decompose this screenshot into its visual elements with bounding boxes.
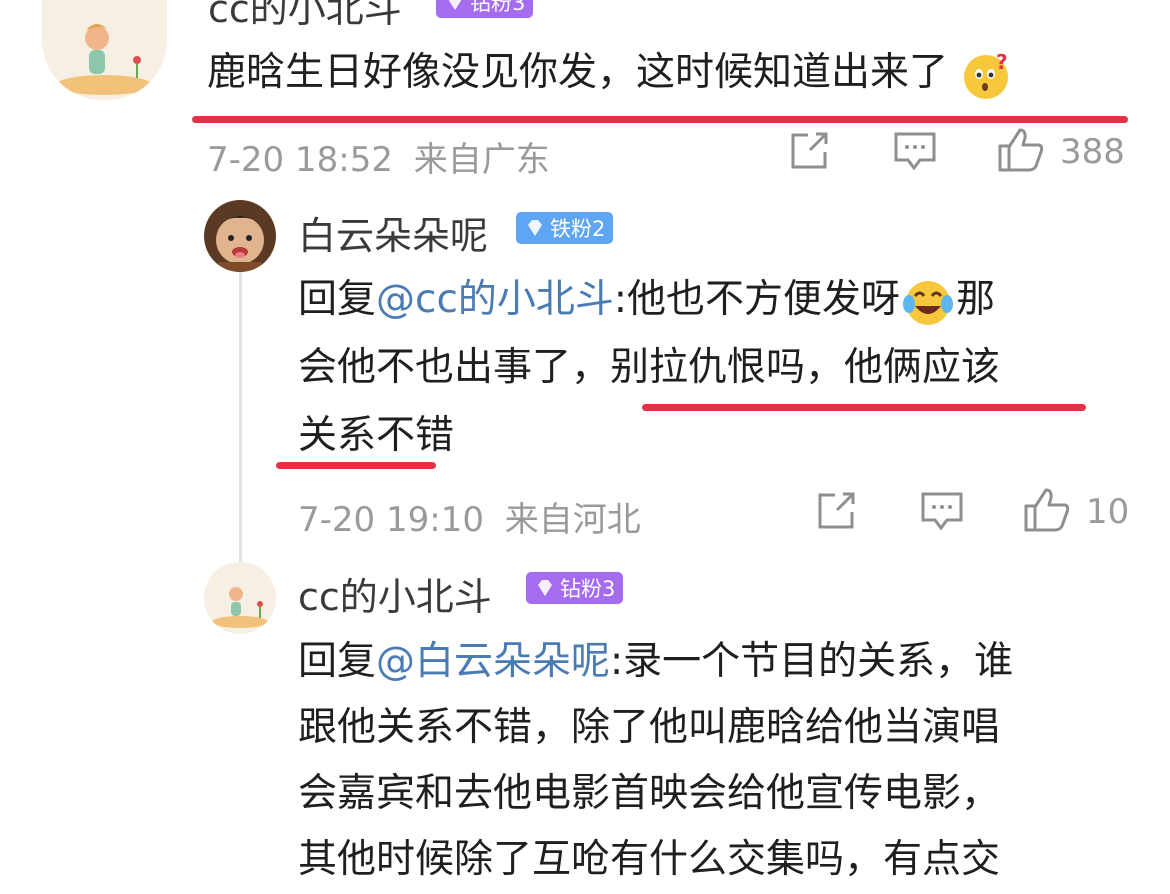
timestamp: 7-20 19:10 [298, 500, 484, 540]
mention-link[interactable]: @cc的小北斗 [376, 277, 614, 322]
diamond-icon [448, 0, 462, 10]
reply-text-line: 跟他关系不错，除了他叫鹿晗给他当演唱 [298, 705, 1001, 750]
timestamp: 7-20 18:52 [207, 140, 393, 180]
fan-badge: 钻粉3 [526, 572, 624, 604]
username[interactable]: cc的小北斗 [208, 0, 402, 33]
highlight-underline [642, 404, 1086, 411]
reply-text-line: 会嘉宾和去他电影首映会给他宣传电影， [298, 771, 1001, 816]
location: 来自广东 [413, 140, 550, 180]
avatar[interactable] [42, 0, 167, 100]
fan-badge: 铁粉2 [516, 212, 614, 244]
reply-text-line: 会他不也出事了，别拉仇恨吗，他俩应该 [298, 345, 1001, 390]
like-count: 388 [1060, 132, 1125, 172]
reply-text-line: 关系不错 [298, 413, 455, 458]
thread-line [239, 272, 242, 562]
comment-icon[interactable] [919, 490, 965, 532]
badge-label: 钻粉3 [560, 577, 616, 601]
highlight-underline [192, 116, 1128, 123]
badge-label: 铁粉2 [550, 217, 606, 241]
mention-link[interactable]: @白云朵朵呢 [376, 639, 610, 684]
like-icon[interactable] [1022, 486, 1072, 534]
reply-text: 回复@cc的小北斗:他也不方便发呀 那 [298, 266, 995, 334]
share-icon[interactable] [815, 490, 859, 532]
comment-meta: 7-20 18:52 来自广东 [207, 132, 550, 181]
reply-meta: 7-20 19:10 来自河北 [298, 492, 641, 541]
diamond-icon [538, 580, 552, 596]
diamond-icon [528, 220, 542, 236]
highlight-underline [276, 462, 436, 469]
svg-text:?: ? [996, 50, 1008, 74]
fan-badge: 钻粉3 [436, 0, 534, 18]
comment-icon[interactable] [892, 130, 938, 172]
reply-prefix: 回复 [298, 277, 377, 322]
username[interactable]: cc的小北斗 [298, 566, 492, 621]
username[interactable]: 白云朵朵呢 [298, 205, 488, 260]
reply-prefix: 回复 [298, 639, 377, 684]
like-icon[interactable] [996, 126, 1046, 174]
share-icon[interactable] [788, 130, 832, 172]
reply-text-line: 其他时候除了互呛有什么交集吗，有点交 [298, 837, 1001, 882]
avatar[interactable] [204, 200, 276, 272]
reply-text: 回复@白云朵朵呢:录一个节目的关系，谁 [298, 639, 1014, 684]
avatar[interactable] [204, 562, 276, 634]
comment-text: 鹿晗生日好像没见你发，这时候知道出来了 ? [207, 39, 1012, 107]
like-count: 10 [1086, 492, 1130, 532]
location: 来自河北 [504, 500, 641, 540]
laughing-tears-emoji-icon [903, 280, 954, 325]
thinking-emoji-icon: ? [964, 50, 1009, 99]
badge-label: 钻粉3 [470, 0, 526, 15]
